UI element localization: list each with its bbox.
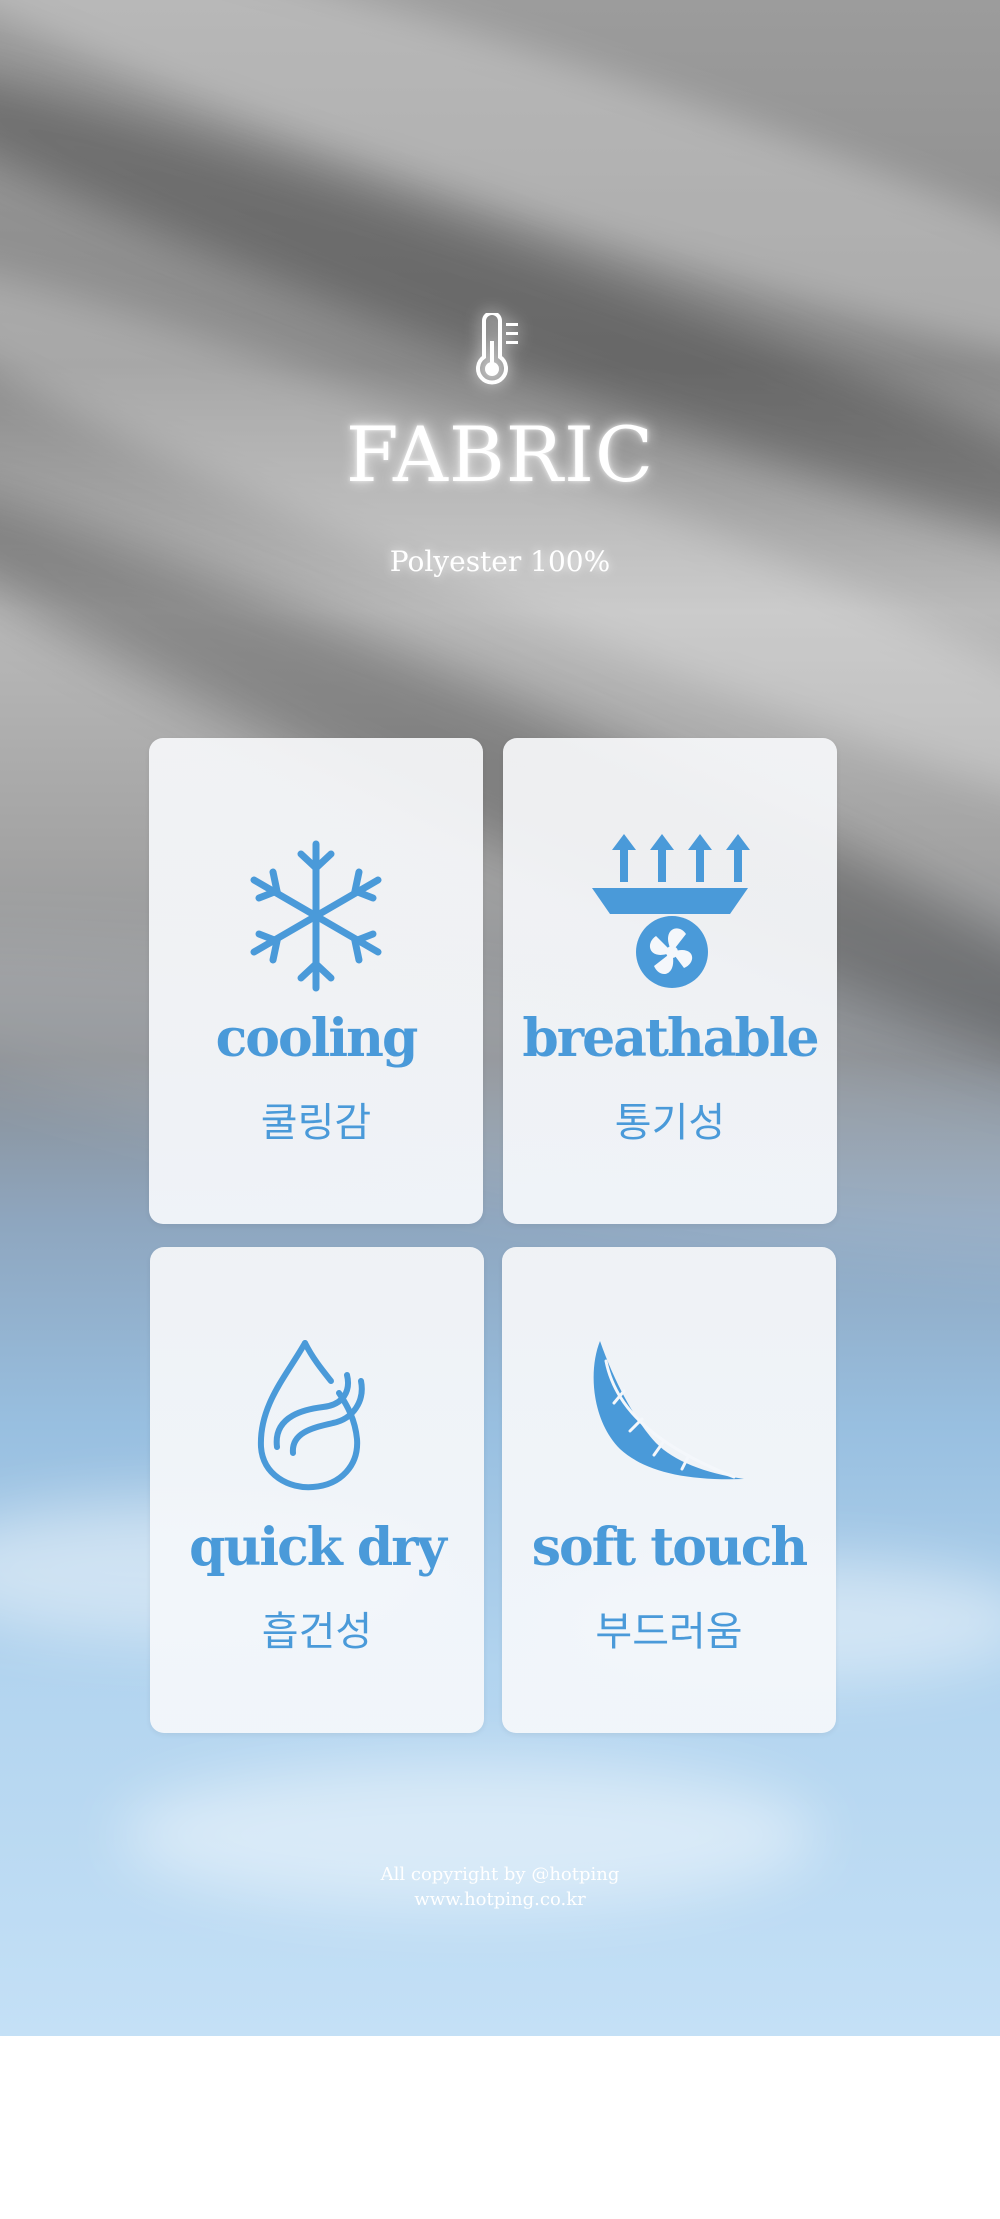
feature-label-ko: 부드러움 xyxy=(595,1609,743,1655)
fabric-background: FABRIC Polyester 100% cooling 쿨링감 breath… xyxy=(0,0,1000,2036)
feather-icon xyxy=(593,1341,744,1480)
thermometer-icon xyxy=(470,311,530,389)
water-drop-icon xyxy=(257,1340,365,1491)
feature-card-breathable: breathable 통기성 xyxy=(503,738,837,1224)
feature-label-en: quick dry xyxy=(189,1517,447,1578)
snowflake-icon xyxy=(250,840,382,992)
feature-label-en: breathable xyxy=(522,1008,819,1069)
fabric-composition: Polyester 100% xyxy=(389,545,611,578)
feature-label-en: soft touch xyxy=(531,1517,808,1578)
feature-label-ko: 쿨링감 xyxy=(260,1100,372,1146)
feature-label-en: cooling xyxy=(215,1008,419,1069)
fan-airflow-icon xyxy=(592,834,750,988)
website-url: www.hotping.co.kr xyxy=(414,1889,586,1910)
feature-label-ko: 통기성 xyxy=(614,1100,726,1146)
page-title: FABRIC xyxy=(345,410,655,499)
feature-card-soft-touch: soft touch 부드러움 xyxy=(502,1247,836,1733)
feature-card-quick-dry: quick dry 흡건성 xyxy=(150,1247,484,1733)
copyright-text: All copyright by @hotping xyxy=(380,1864,620,1885)
feature-label-ko: 흡건성 xyxy=(261,1609,373,1655)
feature-card-cooling: cooling 쿨링감 xyxy=(149,738,483,1224)
page: FABRIC Polyester 100% cooling 쿨링감 breath… xyxy=(0,0,1000,2219)
